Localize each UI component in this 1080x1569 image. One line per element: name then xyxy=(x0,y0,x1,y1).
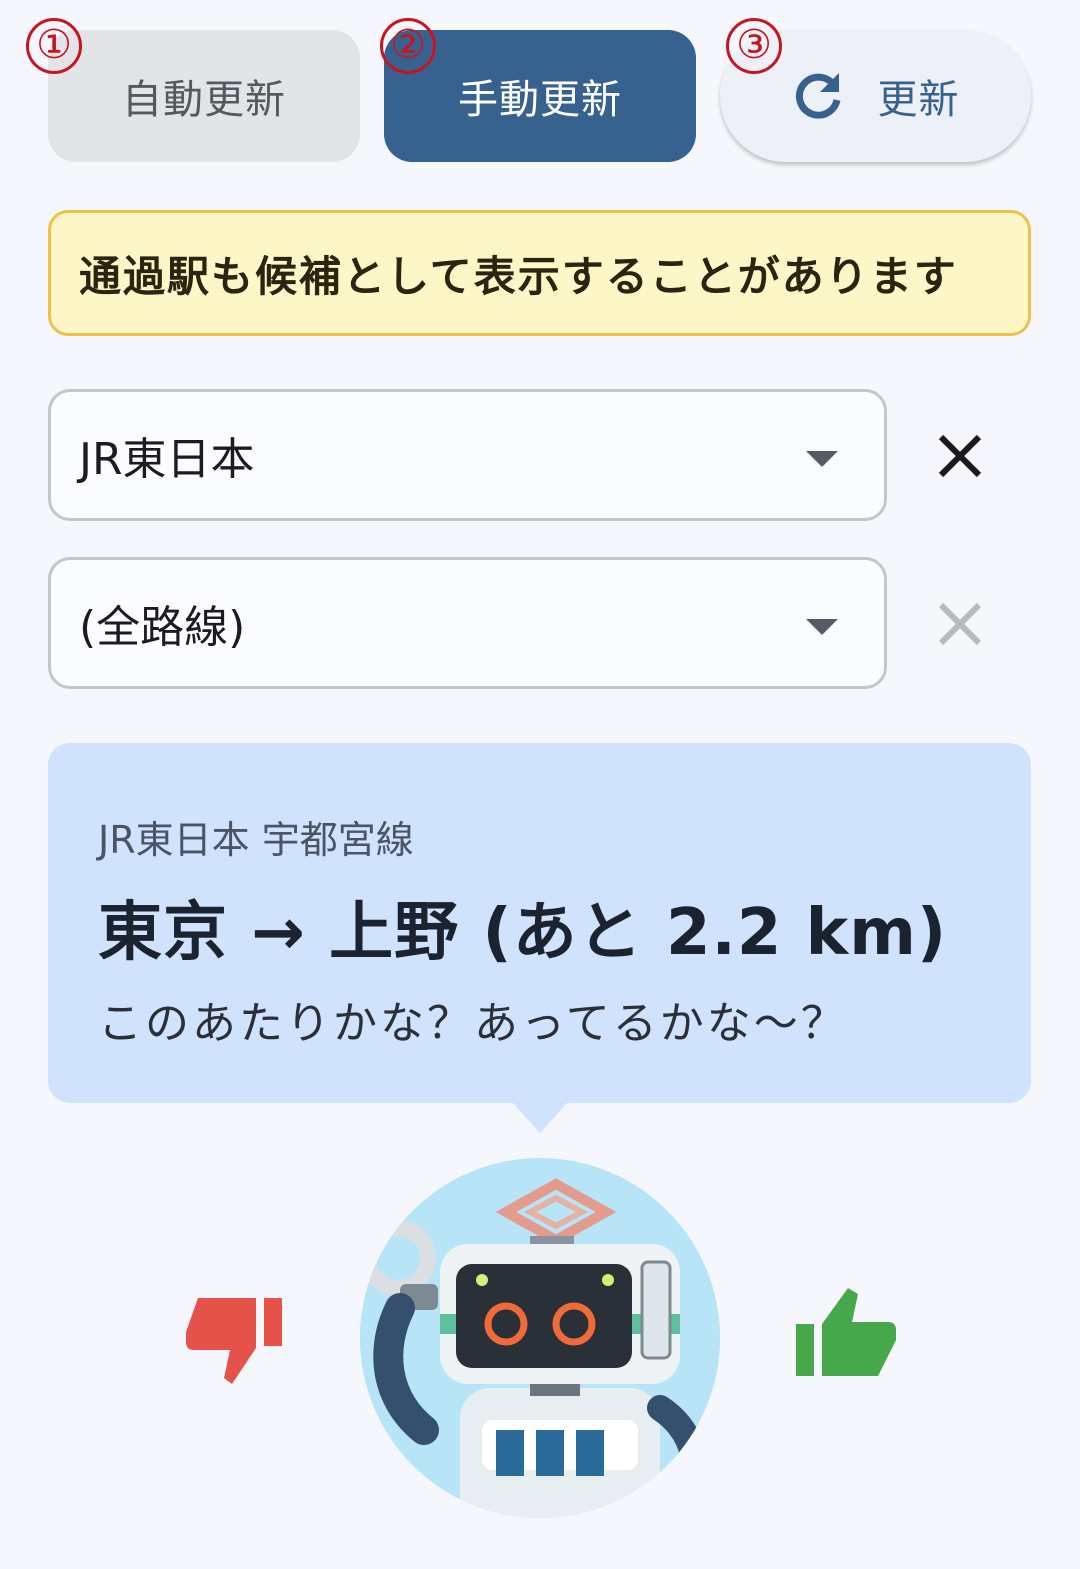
route-text: 東京 → 上野 (あと 2.2 km) xyxy=(98,896,948,970)
company-select[interactable]: JR東日本 xyxy=(48,389,887,521)
robot-message: このあたりかな？あってるかな～？ xyxy=(98,998,848,1049)
refresh-icon xyxy=(792,70,844,122)
annotation-marker-1: ① xyxy=(26,18,82,74)
location-speech-card: JR東日本 宇都宮線 東京 → 上野 (あと 2.2 km) このあたりかな？あ… xyxy=(48,743,1031,1103)
close-icon xyxy=(938,602,982,646)
thumbs-down-button[interactable] xyxy=(180,1286,290,1396)
speech-pointer xyxy=(510,1100,570,1133)
annotation-marker-3: ③ xyxy=(726,18,782,74)
notice-banner: 通過駅も候補として表示することがあります xyxy=(48,210,1031,336)
thumbs-up-button[interactable] xyxy=(790,1280,900,1390)
company-select-value: JR東日本 xyxy=(79,434,255,485)
auto-update-button[interactable]: 自動更新 xyxy=(48,30,360,162)
line-select[interactable]: (全路線) xyxy=(48,557,887,689)
line-select-value: (全路線) xyxy=(79,602,246,653)
clear-line-button[interactable] xyxy=(928,592,992,656)
notice-text: 通過駅も候補として表示することがあります xyxy=(79,251,958,301)
line-label: JR東日本 宇都宮線 xyxy=(98,818,414,862)
clear-company-button[interactable] xyxy=(928,424,992,488)
thumbs-down-icon xyxy=(186,1298,282,1384)
chevron-down-icon xyxy=(806,451,838,467)
refresh-label: 更新 xyxy=(877,77,960,123)
annotation-marker-2: ② xyxy=(380,18,436,74)
auto-update-label: 自動更新 xyxy=(122,77,286,123)
thumbs-up-icon xyxy=(796,1288,896,1376)
chevron-down-icon xyxy=(806,619,838,635)
manual-update-label: 手動更新 xyxy=(458,77,622,123)
robot-avatar xyxy=(360,1158,720,1518)
close-icon xyxy=(938,434,982,478)
